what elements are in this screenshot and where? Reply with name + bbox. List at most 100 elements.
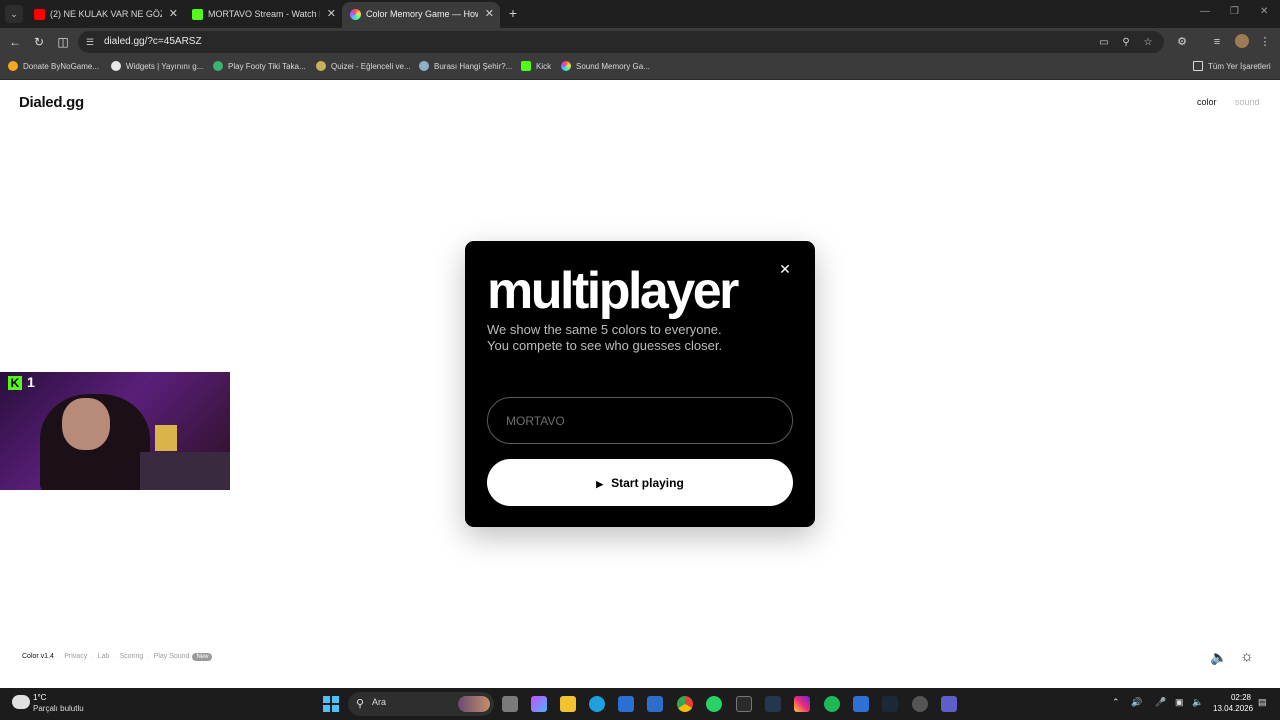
bookmark-item[interactable]: Sound Memory Ga...	[561, 56, 650, 78]
weather-temperature[interactable]: 1°C	[33, 693, 46, 702]
bookmark-label: Widgets | Yayınını g...	[126, 62, 204, 71]
lab-link[interactable]: Lab	[98, 653, 110, 660]
store-icon[interactable]	[618, 696, 634, 712]
weather-cloud-icon[interactable]	[12, 695, 30, 709]
edge-icon[interactable]	[589, 696, 605, 712]
close-icon[interactable]: ✕	[777, 261, 793, 277]
windows-taskbar: 1°C Parçalı bulutlu ⚲ Ara ⌃ 🔊 🎤 ▣ 🔈 02:2…	[0, 688, 1280, 720]
bookmark-item[interactable]: Burası Hangi Şehir?...	[419, 56, 512, 78]
menu-icon[interactable]: ⋮	[1257, 34, 1273, 50]
tab-title: MORTAVO Stream - Watch Live	[208, 9, 320, 19]
bookmark-label: Tüm Yer İşaretleri	[1208, 62, 1271, 71]
browser-toolbar: ← ↻ ◫ ☰ dialed.gg/?c=45ARSZ ▭ ⚲ ☆ ⚙ ≡ ⋮	[0, 28, 1280, 56]
network-icon[interactable]: ▣	[1175, 697, 1184, 708]
install-app-icon[interactable]: ▭	[1097, 36, 1111, 50]
spotify-icon[interactable]	[824, 696, 840, 712]
epic-games-icon[interactable]	[736, 696, 752, 712]
warning-sign-image	[155, 425, 177, 451]
mode-color-link[interactable]: color	[1197, 97, 1217, 107]
weather-description[interactable]: Parçalı bulutlu	[33, 704, 84, 713]
play-sound-link[interactable]: Play Sound	[154, 653, 190, 660]
file-explorer-icon[interactable]	[560, 696, 576, 712]
tab-dialed[interactable]: Color Memory Game — How W ✕	[342, 2, 500, 28]
speaker-tray-icon[interactable]: 🔊	[1131, 697, 1142, 708]
modal-title: multiplayer	[487, 262, 739, 320]
minimize-icon[interactable]: —	[1200, 6, 1210, 17]
bookmark-star-icon[interactable]: ☆	[1141, 36, 1155, 50]
site-info-icon[interactable]: ☰	[86, 36, 98, 48]
split-view-icon[interactable]: ◫	[55, 34, 71, 50]
teams-icon[interactable]	[941, 696, 957, 712]
taskbar-search[interactable]: ⚲ Ara	[348, 692, 494, 716]
steam-icon[interactable]	[765, 696, 781, 712]
stream-overlay: K 1	[0, 372, 230, 490]
close-window-icon[interactable]: ✕	[1260, 6, 1268, 17]
copilot-icon[interactable]	[531, 696, 547, 712]
quizei-icon	[316, 60, 326, 71]
task-view-icon[interactable]	[502, 696, 518, 712]
outlook-icon[interactable]	[647, 696, 663, 712]
bookmark-item[interactable]: Widgets | Yayınını g...	[111, 56, 203, 78]
start-playing-label: Start playing	[611, 475, 684, 490]
search-icon: ⚲	[356, 698, 365, 710]
obs-icon[interactable]	[912, 696, 928, 712]
close-icon[interactable]: ✕	[485, 2, 494, 26]
site-logo[interactable]: Dialed.gg	[19, 94, 84, 111]
volume-icon[interactable]: 🔈	[1192, 697, 1203, 708]
bookmark-item[interactable]: Play Footy Tiki Taka...	[213, 56, 306, 78]
clock-date[interactable]: 13.04.2026	[1213, 704, 1253, 713]
city-icon	[419, 60, 429, 71]
scoring-link[interactable]: Scoring	[120, 653, 144, 660]
widgets-icon	[111, 60, 121, 71]
chevron-up-icon[interactable]: ⌃	[1112, 697, 1120, 708]
bookmark-label: Kick	[536, 62, 552, 71]
chrome-icon[interactable]	[677, 696, 693, 712]
footer-separator: ·	[57, 653, 61, 660]
kick-icon	[521, 60, 531, 71]
start-playing-button[interactable]: ▶ Start playing	[487, 459, 793, 506]
bookmark-item[interactable]: Quizei - Eğlenceli ve...	[316, 56, 411, 78]
version-label: Color v1.4	[22, 653, 54, 660]
reload-icon[interactable]: ↻	[31, 34, 47, 50]
address-bar[interactable]: ☰ dialed.gg/?c=45ARSZ ▭ ⚲ ☆	[78, 31, 1164, 53]
dialed-icon	[561, 60, 571, 71]
browser-tab-strip: ⌄ (2) NE KULAK VAR NE GÖZ VAR ✕ MORTAVO …	[0, 0, 1280, 28]
calendar-icon[interactable]	[853, 696, 869, 712]
tab-title: (2) NE KULAK VAR NE GÖZ VAR	[50, 9, 162, 19]
bookmark-item[interactable]: Kick	[521, 56, 551, 78]
profile-avatar[interactable]	[1235, 34, 1249, 48]
tab-kick[interactable]: MORTAVO Stream - Watch Live ✕	[184, 2, 342, 28]
bookmark-label: Quizei - Eğlenceli ve...	[331, 62, 411, 71]
windows-start-icon[interactable]	[323, 696, 339, 712]
notification-icon[interactable]: ▤	[1258, 697, 1267, 708]
mode-sound-link[interactable]: sound	[1235, 97, 1260, 107]
new-tab-button[interactable]: +	[505, 5, 521, 21]
close-icon[interactable]: ✕	[169, 2, 178, 26]
clock-time[interactable]: 02:28	[1223, 693, 1251, 702]
microphone-icon[interactable]: 🎤	[1155, 697, 1166, 708]
speaker-icon[interactable]: 🔈	[1210, 648, 1230, 666]
whatsapp-icon[interactable]	[706, 696, 722, 712]
steam-app-icon[interactable]	[882, 696, 898, 712]
media-controls-icon[interactable]: ≡	[1209, 34, 1225, 50]
streamer-face	[62, 398, 110, 450]
search-label: Ara	[372, 697, 387, 707]
footy-icon	[213, 60, 223, 71]
close-icon[interactable]: ✕	[327, 2, 336, 26]
dialed-icon	[350, 9, 361, 20]
player-name-input[interactable]	[487, 397, 793, 444]
all-bookmarks-folder[interactable]: Tüm Yer İşaretleri	[1193, 56, 1271, 78]
footer-separator: ·	[91, 653, 94, 660]
tab-youtube[interactable]: (2) NE KULAK VAR NE GÖZ VAR ✕	[26, 2, 184, 28]
sun-icon[interactable]: ☼	[1240, 648, 1258, 666]
instagram-icon[interactable]	[794, 696, 810, 712]
multiplayer-modal: multiplayer We show the same 5 colors to…	[465, 241, 815, 527]
tab-search-icon[interactable]: ⌄	[5, 5, 23, 23]
zoom-icon[interactable]: ⚲	[1119, 36, 1133, 50]
bookmark-item[interactable]: Donate ByNoGame...	[8, 56, 99, 78]
restore-icon[interactable]: ❐	[1230, 6, 1239, 17]
privacy-link[interactable]: Privacy	[64, 653, 87, 660]
bookmark-label: Burası Hangi Şehir?...	[434, 62, 513, 71]
back-icon[interactable]: ←	[7, 34, 23, 50]
extensions-icon[interactable]: ⚙	[1174, 34, 1190, 50]
